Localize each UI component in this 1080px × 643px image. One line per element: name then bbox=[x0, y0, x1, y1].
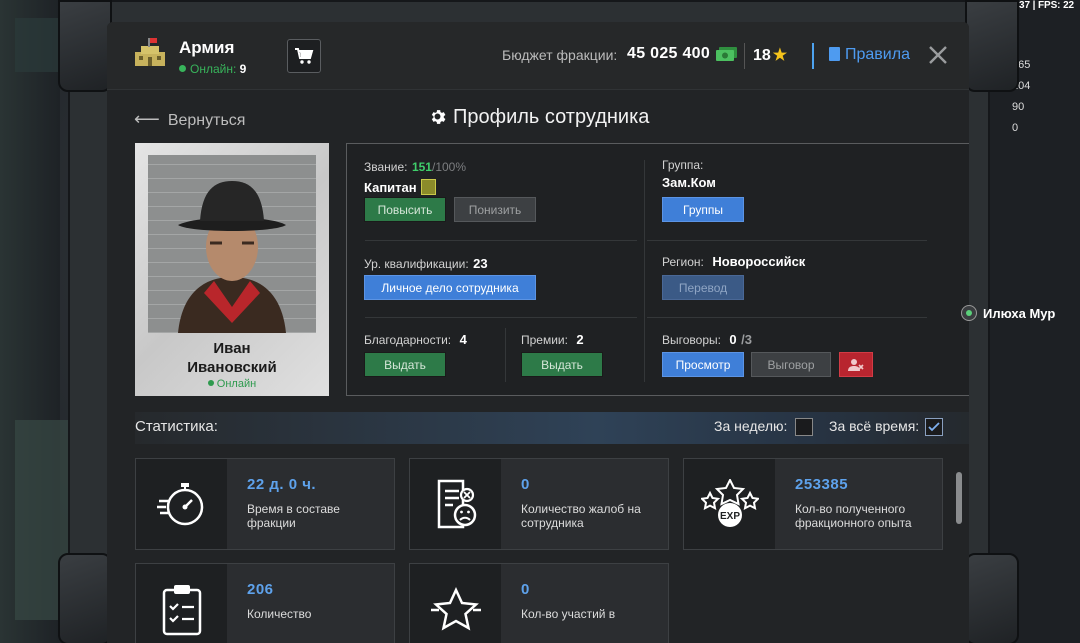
online-counter: Онлайн: 9 bbox=[179, 62, 246, 76]
employee-status: Онлайн bbox=[135, 378, 329, 390]
nearby-player-tag: Илюха Мур bbox=[961, 305, 1055, 321]
frame-corner bbox=[965, 0, 1019, 92]
stat-card: 0 Количество жалоб на сотрудника bbox=[409, 458, 669, 550]
exp-stars-icon: EXP bbox=[700, 479, 759, 527]
stat-card: 22 д. 0 ч. Время в составе фракции bbox=[135, 458, 395, 550]
qualification-section: Ур. квалификации: 23 bbox=[364, 256, 488, 271]
region-section: Регион: Новороссийск bbox=[662, 254, 806, 269]
remove-user-icon bbox=[848, 358, 864, 371]
frame-corner bbox=[58, 553, 112, 643]
give-bonus-button[interactable]: Выдать bbox=[521, 352, 603, 377]
employee-info-box: Звание: 151/100% Капитан Повысить Понизи… bbox=[346, 143, 969, 396]
rank-section: Звание: 151/100% Капитан bbox=[364, 160, 467, 195]
stats-header: Статистика: За неделю: За всё время: bbox=[135, 412, 969, 444]
bonuses-section: Премии: 2 bbox=[521, 332, 584, 347]
stat-card: EXP 253385 Кол-во полученного фракционно… bbox=[683, 458, 943, 550]
close-button[interactable] bbox=[925, 42, 951, 68]
clipboard-icon bbox=[162, 585, 201, 636]
faction-name: Армия bbox=[179, 38, 235, 57]
star-icon bbox=[430, 587, 481, 631]
stat-card: 206 Количество bbox=[135, 563, 395, 643]
gear-icon bbox=[431, 110, 446, 124]
faction-stars: 18 ★ bbox=[753, 47, 788, 64]
thanks-section: Благодарности: 4 bbox=[364, 332, 467, 347]
rules-link[interactable]: Правила bbox=[829, 46, 910, 64]
stats-title: Статистика: bbox=[135, 418, 218, 435]
shop-cart-button[interactable] bbox=[287, 39, 321, 73]
groups-button[interactable]: Группы bbox=[662, 197, 744, 222]
alltime-filter-label: За всё время: bbox=[829, 418, 920, 434]
checkmark-icon bbox=[928, 422, 940, 432]
employee-name: Иван Ивановский bbox=[187, 340, 277, 376]
document-icon bbox=[829, 47, 840, 61]
employee-photo bbox=[148, 155, 316, 333]
frame-corner bbox=[58, 0, 112, 92]
svg-text:EXP: EXP bbox=[719, 511, 739, 522]
stopwatch-icon bbox=[156, 483, 203, 526]
issue-reprimand-button[interactable]: Выговор bbox=[751, 352, 831, 377]
demote-button[interactable]: Понизить bbox=[454, 197, 536, 222]
cart-icon bbox=[295, 48, 314, 64]
alltime-filter-checkbox[interactable] bbox=[925, 418, 943, 436]
transfer-button[interactable]: Перевод bbox=[662, 275, 744, 300]
promote-button[interactable]: Повысить bbox=[364, 197, 446, 222]
rank-insignia-icon bbox=[421, 179, 437, 195]
frame-corner bbox=[965, 553, 1019, 643]
complaint-icon bbox=[437, 479, 476, 529]
arrow-left-icon: ⟵ bbox=[134, 109, 160, 129]
panel-header: Армия Онлайн: 9 Бюджет фракции: 45 025 4… bbox=[107, 22, 969, 90]
personal-file-button[interactable]: Личное дело сотрудника bbox=[364, 275, 536, 300]
group-section: Группа: Зам.Ком bbox=[662, 158, 716, 190]
budget-label: Бюджет фракции: bbox=[502, 47, 618, 63]
rank-value: Капитан bbox=[364, 180, 417, 195]
week-filter-checkbox[interactable] bbox=[795, 418, 813, 436]
budget-value: 45 025 400 bbox=[627, 45, 711, 62]
faction-panel: Армия Онлайн: 9 Бюджет фракции: 45 025 4… bbox=[107, 22, 969, 643]
view-reprimands-button[interactable]: Просмотр bbox=[662, 352, 744, 377]
scrollbar[interactable] bbox=[956, 472, 962, 524]
star-icon: ★ bbox=[772, 47, 788, 64]
army-base-icon bbox=[135, 38, 165, 66]
employee-photo-card: Иван Ивановский Онлайн bbox=[135, 143, 329, 396]
page-title: Профиль сотрудника bbox=[429, 106, 649, 129]
money-icon bbox=[716, 47, 737, 61]
stat-card: 0 Кол-во участий в bbox=[409, 563, 669, 643]
voice-icon bbox=[961, 305, 977, 321]
fire-employee-button[interactable] bbox=[839, 352, 873, 377]
give-thanks-button[interactable]: Выдать bbox=[364, 352, 446, 377]
back-button[interactable]: ⟵ Вернуться bbox=[134, 109, 245, 130]
reprimands-section: Выговоры: 0 /3 bbox=[662, 332, 752, 347]
week-filter-label: За неделю: bbox=[714, 418, 788, 434]
